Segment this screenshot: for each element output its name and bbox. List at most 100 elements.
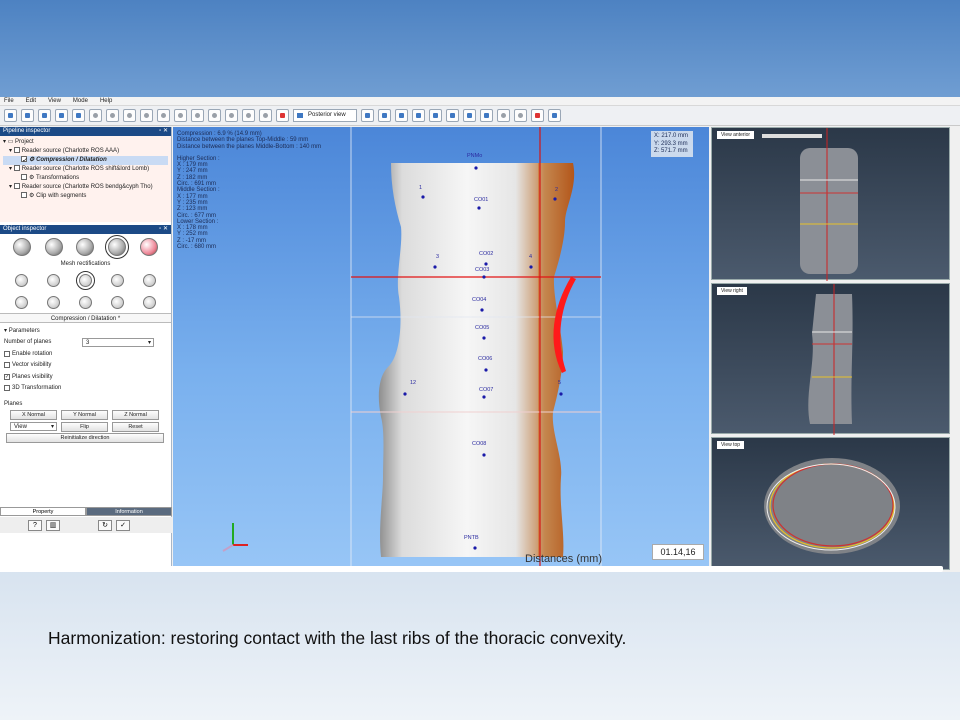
- mesh-cut-tool-icon[interactable]: [44, 238, 63, 256]
- refresh-icon[interactable]: ↻: [98, 520, 112, 531]
- panel-controls-icon[interactable]: ▫ ✕: [159, 127, 168, 136]
- check-enable-rotation[interactable]: Enable rotation: [4, 348, 167, 360]
- main-3d-view[interactable]: PNMo CO01 CO02 CO03 CO04 CO05 CO06 CO07 …: [173, 127, 709, 572]
- shape-tool-6-icon[interactable]: [15, 295, 29, 309]
- cube-side-icon[interactable]: [157, 109, 170, 122]
- zoom-fit-icon[interactable]: [360, 109, 374, 122]
- reset-button[interactable]: Reset: [112, 421, 159, 432]
- tree-item-clip[interactable]: ⚙ Clip with segments: [3, 192, 168, 201]
- cylinder-icon[interactable]: [259, 109, 272, 122]
- cube-top-icon[interactable]: [174, 109, 187, 122]
- open-icon[interactable]: [4, 109, 17, 122]
- trash-icon[interactable]: ▥: [46, 520, 60, 531]
- menu-edit[interactable]: Edit: [26, 97, 36, 105]
- shape-tool-7-icon[interactable]: [47, 295, 61, 309]
- smooth-tool-icon[interactable]: [12, 238, 31, 256]
- check-planes-visibility[interactable]: ✓ Planes visibility: [4, 371, 167, 383]
- undo-icon[interactable]: [89, 109, 102, 122]
- apply-check-icon[interactable]: ✓: [116, 520, 130, 531]
- export-icon[interactable]: [55, 109, 68, 122]
- checkbox-icon[interactable]: [13, 147, 20, 153]
- shape-tool-1-icon[interactable]: [15, 273, 29, 287]
- shape-tool-9-icon[interactable]: [110, 295, 124, 309]
- shape-tool-2-icon[interactable]: [47, 273, 61, 287]
- cube-back-icon[interactable]: [208, 109, 221, 122]
- reinitialize-direction-button[interactable]: Reinitialize direction: [6, 433, 164, 444]
- plane-y-icon[interactable]: [411, 109, 425, 122]
- tree-item-transformations[interactable]: ⚙ Transformations: [3, 174, 168, 183]
- plane-x-icon[interactable]: [394, 109, 408, 122]
- mesh-grid-tool-icon[interactable]: [76, 238, 95, 256]
- battery-icon[interactable]: [276, 109, 289, 122]
- color-map-icon[interactable]: [530, 109, 544, 122]
- redo-icon[interactable]: [106, 109, 119, 122]
- side-view-top[interactable]: View top: [711, 437, 950, 570]
- cube-icon[interactable]: [123, 109, 136, 122]
- checkbox-icon[interactable]: [4, 362, 10, 369]
- video-progress-bar[interactable]: [8, 566, 943, 572]
- view-select[interactable]: Posterior view: [293, 109, 357, 122]
- checkbox-checked-icon[interactable]: ✓: [4, 373, 10, 380]
- camera-icon[interactable]: [72, 109, 85, 122]
- pin-icon[interactable]: [377, 109, 391, 122]
- menu-view[interactable]: View: [48, 97, 61, 105]
- cube-front-icon[interactable]: [140, 109, 153, 122]
- tree-item-project[interactable]: ▾ ▭ Project: [3, 138, 168, 147]
- x-normal-button[interactable]: X Normal: [10, 410, 57, 421]
- shape-tool-row-1: [0, 269, 171, 291]
- body-icon[interactable]: [445, 109, 459, 122]
- layers-icon[interactable]: [242, 109, 255, 122]
- object-inspector-label: Object inspector: [3, 226, 47, 232]
- zoom-icon[interactable]: [513, 109, 527, 122]
- shape-tool-8-icon[interactable]: [78, 295, 92, 309]
- checkbox-icon[interactable]: [13, 165, 20, 171]
- tree-item-reader-tho[interactable]: ▾ Reader source (Charlotte ROS bendg&cyp…: [3, 183, 168, 192]
- side-view-right[interactable]: View right: [711, 283, 950, 435]
- search-icon[interactable]: [496, 109, 510, 122]
- grid-icon[interactable]: [479, 109, 493, 122]
- shape-tool-4-icon[interactable]: [110, 273, 124, 287]
- checkbox-icon[interactable]: [21, 174, 27, 180]
- side-view-anterior[interactable]: View anterior: [711, 127, 950, 281]
- help-icon[interactable]: ?: [28, 520, 42, 531]
- checkbox-icon[interactable]: [4, 350, 10, 357]
- menu-help[interactable]: Help: [100, 97, 112, 105]
- check-3d-transformation[interactable]: 3D Transformation: [4, 383, 167, 395]
- mesh-red-tool-icon[interactable]: [140, 238, 159, 256]
- shape-tool-5-icon[interactable]: [142, 273, 156, 287]
- shape-tool-10-icon[interactable]: [142, 295, 156, 309]
- tree-item-label: Compression / Dilatation: [36, 157, 107, 163]
- checkbox-icon[interactable]: [13, 183, 20, 189]
- ruler-icon[interactable]: [462, 109, 476, 122]
- save-icon[interactable]: [21, 109, 34, 122]
- tree-item-label: Reader source (Charlotte ROS AAA): [21, 148, 120, 154]
- checkbox-checked-icon[interactable]: ✓: [21, 156, 27, 164]
- menu-file[interactable]: File: [4, 97, 14, 105]
- y-normal-button[interactable]: Y Normal: [61, 410, 108, 421]
- measure-icon[interactable]: [225, 109, 238, 122]
- landmark-label: PNMo: [467, 153, 483, 159]
- split-view-icon[interactable]: [547, 109, 561, 122]
- menu-mode[interactable]: Mode: [73, 97, 88, 105]
- mesh-compress-tool-icon[interactable]: [105, 235, 130, 259]
- plane-z-icon[interactable]: [428, 109, 442, 122]
- cube-iso-icon[interactable]: [191, 109, 204, 122]
- checkbox-icon[interactable]: [21, 192, 27, 198]
- check-vector-visibility[interactable]: Vector visibility: [4, 360, 167, 372]
- tab-information[interactable]: Information: [86, 507, 172, 516]
- shape-tool-3-icon[interactable]: [75, 270, 95, 290]
- tree-item-compression[interactable]: ✓ ⚙ Compression / Dilatation: [3, 156, 168, 165]
- tree-item-reader-aaa[interactable]: ▾ Reader source (Charlotte ROS AAA): [3, 147, 168, 156]
- checkbox-icon[interactable]: [4, 385, 10, 392]
- z-normal-button[interactable]: Z Normal: [112, 410, 159, 421]
- mesh-tool-row: [0, 234, 171, 260]
- flip-button[interactable]: Flip: [61, 421, 108, 432]
- view-select-combo[interactable]: View: [10, 422, 57, 432]
- panel-controls-icon[interactable]: ▫ ✕: [159, 225, 168, 234]
- num-planes-select[interactable]: 3: [82, 337, 154, 347]
- import-icon[interactable]: [38, 109, 51, 122]
- tree-item-reader-lomb[interactable]: ▾ Reader source (Charlotte ROS shift&lor…: [3, 165, 168, 174]
- red-crescent: [553, 277, 576, 373]
- tab-property[interactable]: Property: [0, 507, 86, 516]
- landmark-label: 4: [529, 254, 533, 260]
